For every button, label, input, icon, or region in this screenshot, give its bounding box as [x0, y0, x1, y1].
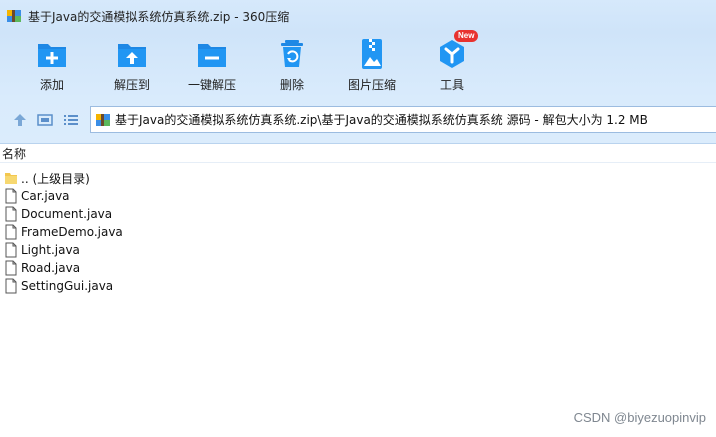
- list-view-icon[interactable]: [62, 112, 80, 128]
- image-compress-button[interactable]: 图片压缩: [332, 36, 412, 96]
- one-click-extract-label: 一键解压: [187, 78, 236, 92]
- archive-icon: [7, 10, 21, 22]
- file-name: Light.java: [21, 243, 80, 257]
- list-item[interactable]: Car.java: [4, 187, 70, 205]
- file-name: .. (上级目录): [21, 171, 90, 186]
- add-folder-icon: [38, 44, 66, 67]
- tools-label: 工具: [439, 78, 464, 92]
- tools-button[interactable]: New 工具: [412, 30, 492, 96]
- delete-label: 删除: [279, 78, 304, 92]
- list-item[interactable]: SettingGui.java: [4, 277, 113, 295]
- toolbar: 添加 解压到 一键解压 删除 图片压缩 New 工具: [0, 30, 716, 98]
- extract-to-icon: [118, 44, 146, 67]
- file-icon: [5, 242, 17, 258]
- window-title: 基于Java的交通模拟系统仿真系统.zip - 360压缩: [28, 9, 290, 24]
- file-name: Car.java: [21, 189, 70, 203]
- image-compress-icon: [362, 39, 382, 69]
- file-icon: [5, 260, 17, 276]
- image-compress-label: 图片压缩: [347, 78, 396, 92]
- watermark-text: CSDN @biyezuopinvip: [573, 410, 706, 425]
- list-item-parent-dir[interactable]: .. (上级目录): [4, 169, 90, 187]
- archive-icon: [96, 113, 110, 126]
- up-arrow-icon[interactable]: [11, 112, 29, 128]
- list-item[interactable]: Road.java: [4, 259, 80, 277]
- thumbnail-view-icon[interactable]: [36, 112, 54, 128]
- address-bar[interactable]: 基于Java的交通模拟系统仿真系统.zip\基于Java的交通模拟系统仿真系统 …: [90, 106, 716, 133]
- add-button[interactable]: 添加: [12, 36, 92, 96]
- file-name: Document.java: [21, 207, 113, 221]
- file-list: 名称 .. (上级目录) Car.java Document.java Fram…: [0, 145, 716, 437]
- extract-to-button[interactable]: 解压到: [92, 36, 172, 96]
- folder-icon: [5, 173, 17, 184]
- one-click-extract-icon: [198, 44, 226, 67]
- column-header-label: 名称: [2, 147, 27, 161]
- file-icon: [5, 224, 17, 240]
- new-badge: New: [454, 30, 479, 42]
- address-path: 基于Java的交通模拟系统仿真系统.zip\基于Java的交通模拟系统仿真系统 …: [115, 113, 648, 127]
- file-icon: [5, 278, 17, 294]
- trash-icon: [281, 40, 303, 67]
- title-bar: 基于Java的交通模拟系统仿真系统.zip - 360压缩: [0, 0, 716, 32]
- file-icon: [5, 206, 17, 222]
- file-name: Road.java: [21, 261, 81, 275]
- list-item[interactable]: FrameDemo.java: [4, 223, 123, 241]
- extract-to-label: 解压到: [113, 78, 150, 92]
- file-icon: [5, 188, 17, 204]
- list-item[interactable]: Document.java: [4, 205, 112, 223]
- file-name: FrameDemo.java: [21, 225, 123, 239]
- tools-icon-wrap: New: [434, 30, 479, 72]
- one-click-extract-button[interactable]: 一键解压: [172, 36, 252, 96]
- address-row: 基于Java的交通模拟系统仿真系统.zip\基于Java的交通模拟系统仿真系统 …: [0, 98, 716, 144]
- column-header-name[interactable]: 名称: [0, 145, 716, 163]
- list-item[interactable]: Light.java: [4, 241, 80, 259]
- add-button-label: 添加: [39, 78, 64, 92]
- delete-button[interactable]: 删除: [252, 36, 332, 96]
- file-name: SettingGui.java: [21, 279, 114, 293]
